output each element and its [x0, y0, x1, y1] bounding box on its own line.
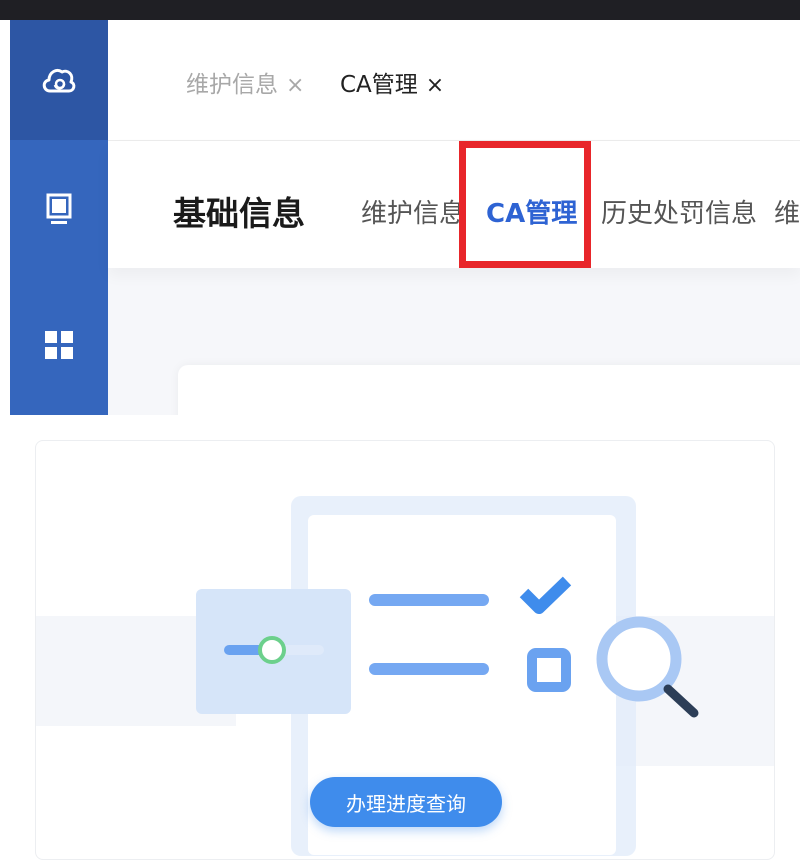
- sidebar-logo[interactable]: [10, 20, 108, 140]
- sidebar: [10, 20, 108, 415]
- nav-item-maintenance-cut[interactable]: 维护: [774, 193, 800, 230]
- cloud-logo-icon: [42, 68, 76, 93]
- monitor-icon: [46, 193, 72, 224]
- tab-bar: 维护信息 × CA管理 ×: [108, 20, 800, 141]
- sidebar-item-monitor[interactable]: [10, 140, 108, 280]
- content-card: [178, 365, 800, 415]
- progress-query-card: 办理进度查询: [35, 440, 775, 860]
- tab-maintenance-info[interactable]: 维护信息 ×: [186, 65, 304, 99]
- progress-query-button[interactable]: 办理进度查询: [310, 777, 502, 827]
- tab-label: CA管理: [340, 72, 418, 98]
- sub-nav: 基础信息 维护信息 CA管理 历史处罚信息 维护: [108, 141, 800, 268]
- app-screenshot: 维护信息 × CA管理 × 基础信息 维护信息 CA管理 历史处罚信息 维护: [10, 20, 800, 415]
- window-top-bar: [0, 0, 800, 20]
- tab-ca-management[interactable]: CA管理 ×: [340, 65, 444, 99]
- sidebar-item-apps[interactable]: [10, 280, 108, 410]
- page-title: 基础信息: [173, 194, 305, 233]
- highlight-box: [459, 141, 591, 268]
- apps-grid-icon: [45, 331, 73, 359]
- nav-item-penalty-history[interactable]: 历史处罚信息: [601, 193, 757, 230]
- close-icon[interactable]: ×: [426, 73, 444, 98]
- nav-item-maintenance-info[interactable]: 维护信息: [361, 193, 465, 230]
- tab-label: 维护信息: [186, 72, 278, 98]
- close-icon[interactable]: ×: [286, 73, 304, 98]
